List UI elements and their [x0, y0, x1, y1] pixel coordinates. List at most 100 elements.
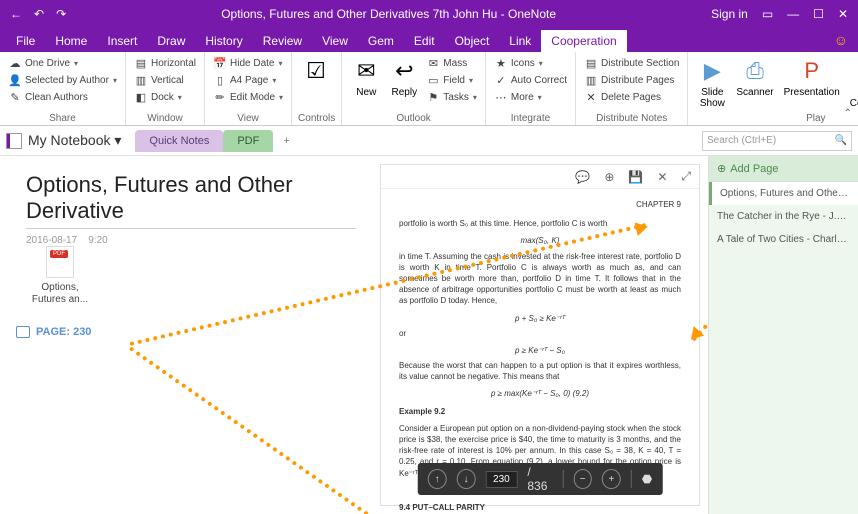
menu-file[interactable]: File — [6, 30, 45, 52]
nav-back-icon[interactable]: ← — [10, 7, 22, 21]
reply-icon: ↩ — [390, 57, 418, 85]
slideshow-icon: ▶ — [698, 57, 726, 85]
a4-page-button[interactable]: ▯A4 Page▾ — [211, 72, 285, 88]
presentation-button[interactable]: PPresentation — [780, 55, 844, 111]
collapse-ribbon-icon[interactable]: ⌃ — [844, 108, 852, 119]
distribute-section-button[interactable]: ▤Distribute Section — [582, 55, 681, 71]
mass-icon: ✉ — [426, 56, 440, 70]
ribbon-group-window: ▤Horizontal ▥Vertical ◧Dock▾ Window — [126, 52, 205, 125]
page-icon: ▯ — [213, 73, 227, 87]
more-button[interactable]: ⋯More▾ — [492, 89, 569, 105]
dock-button[interactable]: ◧Dock▾ — [132, 89, 198, 105]
horizontal-icon: ▤ — [134, 56, 148, 70]
distribute-pages-button[interactable]: ▥Distribute Pages — [582, 72, 681, 88]
edit-mode-button[interactable]: ✏Edit Mode▾ — [211, 89, 285, 105]
menu-history[interactable]: History — [195, 30, 252, 52]
page-list-panel: ⊕Add Page Options, Futures and Other Der… — [708, 156, 858, 514]
menu-review[interactable]: Review — [253, 30, 312, 52]
autocorrect-button[interactable]: ✓Auto Correct — [492, 72, 569, 88]
menu-edit[interactable]: Edit — [404, 30, 445, 52]
pdf-close-icon[interactable]: ✕ — [657, 170, 667, 184]
menu-cooperation[interactable]: Cooperation — [541, 30, 626, 52]
menu-link[interactable]: Link — [499, 30, 541, 52]
page-title[interactable]: Options, Futures and Other Derivative — [26, 172, 356, 229]
add-page-button[interactable]: ⊕Add Page — [709, 156, 858, 182]
menu-view[interactable]: View — [312, 30, 358, 52]
scanner-icon: ⎙ — [741, 57, 769, 85]
page-marker[interactable]: PAGE: 230 — [16, 326, 91, 338]
titlebar: ← ↶ ↷ Options, Futures and Other Derivat… — [0, 0, 858, 28]
tasks-button[interactable]: ⚑Tasks▾ — [424, 89, 479, 105]
person-icon: 👤 — [8, 73, 22, 87]
selected-by-author-button[interactable]: 👤Selected by Author▾ — [6, 72, 119, 88]
clean-authors-button[interactable]: ✎Clean Authors — [6, 89, 119, 105]
pdf-attachment[interactable]: Options, Futures an... — [30, 246, 90, 306]
reply-button[interactable]: ↩Reply — [386, 55, 422, 111]
menu-gem[interactable]: Gem — [358, 30, 404, 52]
new-mail-button[interactable]: ✉New — [348, 55, 384, 111]
page-list-item[interactable]: The Catcher in the Rye - J.D. Salin — [709, 205, 858, 228]
pdf-comment-button[interactable]: ⬛PDF Comment — [846, 55, 858, 111]
pdf-toolbar: 💬 ⊕ 💾 ✕ ⤢ — [381, 165, 699, 189]
menu-home[interactable]: Home — [45, 30, 97, 52]
ribbon-group-view: 📅Hide Date▾ ▯A4 Page▾ ✏Edit Mode▾ View — [205, 52, 292, 125]
feedback-icon[interactable]: ☺ — [834, 32, 848, 48]
page-list-item[interactable]: A Tale of Two Cities - Charles Dic — [709, 228, 858, 251]
icons-button[interactable]: ★Icons▾ — [492, 55, 569, 71]
pdf-page-up-icon[interactable]: ↑ — [428, 469, 447, 489]
ribbon-group-share: ☁One Drive▾ 👤Selected by Author▾ ✎Clean … — [0, 52, 126, 125]
section-icon: ▤ — [584, 56, 598, 70]
mail-icon: ✉ — [352, 57, 380, 85]
hide-date-button[interactable]: 📅Hide Date▾ — [211, 55, 285, 71]
ribbon: ☁One Drive▾ 👤Selected by Author▾ ✎Clean … — [0, 52, 858, 126]
ribbon-group-outlook: ✉New ↩Reply ✉Mass ▭Field▾ ⚑Tasks▾ Outloo… — [342, 52, 486, 125]
tab-add[interactable]: + — [273, 130, 299, 152]
dock-icon: ◧ — [134, 90, 148, 104]
pdf-viewer: 💬 ⊕ 💾 ✕ ⤢ CHAPTER 9 portfolio is worth S… — [380, 164, 700, 506]
delete-pages-button[interactable]: ✕Delete Pages — [582, 89, 681, 105]
slideshow-button[interactable]: ▶Slide Show — [694, 55, 730, 111]
star-icon: ★ — [494, 56, 508, 70]
powerpoint-icon: P — [798, 57, 826, 85]
ribbon-options-icon[interactable]: ▭ — [762, 7, 773, 21]
page-list-item[interactable]: Options, Futures and Other Deriva — [709, 182, 858, 205]
menu-insert[interactable]: Insert — [97, 30, 147, 52]
pdf-file-icon — [46, 246, 74, 278]
horizontal-button[interactable]: ▤Horizontal — [132, 55, 198, 71]
scanner-button[interactable]: ⎙Scanner — [732, 55, 777, 111]
pdf-insert-icon[interactable]: ⊕ — [604, 170, 614, 184]
adobe-icon[interactable]: ⬣ — [642, 472, 652, 486]
menu-object[interactable]: Object — [445, 30, 500, 52]
tab-quick-notes[interactable]: Quick Notes — [135, 130, 223, 152]
mass-button[interactable]: ✉Mass — [424, 55, 479, 71]
onedrive-button[interactable]: ☁One Drive▾ — [6, 55, 119, 71]
maximize-icon[interactable]: ☐ — [813, 7, 824, 21]
pdf-comment-tool-icon[interactable]: 💬 — [575, 170, 590, 184]
undo-icon[interactable]: ↶ — [34, 7, 44, 21]
vertical-button[interactable]: ▥Vertical — [132, 72, 198, 88]
pdf-zoom-out-icon[interactable]: − — [573, 469, 592, 489]
tab-pdf[interactable]: PDF — [223, 130, 273, 152]
pdf-page-down-icon[interactable]: ↓ — [457, 469, 476, 489]
pdf-page-input[interactable] — [485, 471, 517, 488]
menu-draw[interactable]: Draw — [147, 30, 195, 52]
comment-icon — [16, 326, 30, 338]
pdf-zoom-in-icon[interactable]: + — [602, 469, 621, 489]
search-input[interactable]: Search (Ctrl+E)🔍 — [702, 131, 852, 151]
page-date: 2016-08-17 9:20 — [26, 235, 356, 246]
sign-in-link[interactable]: Sign in — [711, 7, 748, 21]
menubar: File Home Insert Draw History Review Vie… — [0, 28, 858, 52]
field-button[interactable]: ▭Field▾ — [424, 72, 479, 88]
redo-icon[interactable]: ↷ — [56, 7, 66, 21]
close-icon[interactable]: ✕ — [838, 7, 848, 21]
window-title: Options, Futures and Other Derivatives 7… — [76, 7, 701, 21]
notebook-title[interactable]: My Notebook ▾ — [28, 132, 121, 149]
page-canvas[interactable]: Options, Futures and Other Derivative 20… — [0, 156, 708, 514]
controls-button[interactable]: ☑ — [298, 55, 334, 111]
calendar-icon: 📅 — [213, 56, 227, 70]
pdf-save-icon[interactable]: 💾 — [628, 170, 643, 184]
pdf-expand-icon[interactable]: ⤢ — [681, 169, 691, 184]
ribbon-group-play: ▶Slide Show ⎙Scanner PPresentation ⬛PDF … — [688, 52, 858, 125]
minimize-icon[interactable]: — — [787, 7, 799, 21]
ribbon-group-more: ★Icons▾ ✓Auto Correct ⋯More▾ Integrate — [486, 52, 576, 125]
